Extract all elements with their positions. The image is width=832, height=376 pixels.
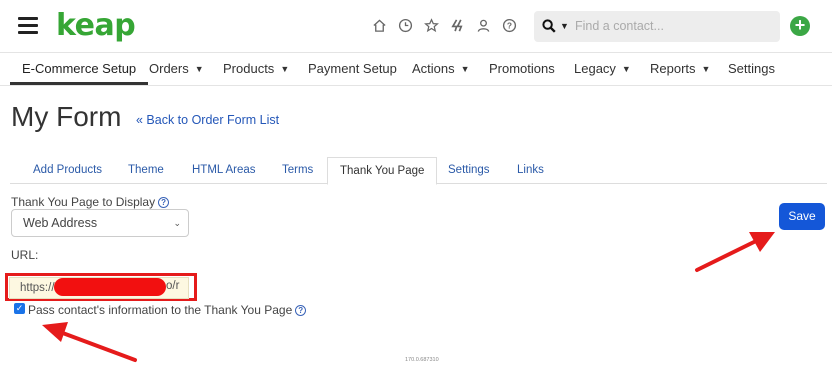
chevron-down-icon: ▼ — [621, 64, 631, 74]
search-type-dropdown-icon[interactable]: ▼ — [560, 21, 569, 31]
hamburger-menu-icon[interactable] — [18, 17, 38, 34]
form-tabs: Add Products Theme HTML Areas Terms Than… — [10, 157, 827, 185]
build-id: 170.0.687310 — [405, 357, 439, 363]
thank-you-page-display-label: Thank You Page to Display? — [11, 195, 170, 209]
tab-thank-you-page[interactable]: Thank You Page — [327, 157, 438, 185]
search-icon[interactable] — [542, 19, 556, 38]
menu-products[interactable]: Products ▼ — [223, 53, 289, 85]
pass-contact-info-label: Pass contact's information to the Thank … — [28, 303, 307, 317]
help-circle-icon[interactable]: ? — [501, 17, 518, 34]
url-label: URL: — [11, 248, 39, 262]
annotation-arrow-checkbox — [42, 322, 137, 362]
save-button[interactable]: Save — [779, 203, 825, 230]
tab-add-products[interactable]: Add Products — [33, 157, 102, 184]
search-input[interactable]: Find a contact... — [575, 19, 664, 33]
chevron-down-icon: ▼ — [280, 64, 290, 74]
menu-ecommerce-setup[interactable]: E-Commerce Setup — [10, 53, 149, 85]
url-input-suffix: o/r — [166, 280, 180, 292]
menu-promotions[interactable]: Promotions — [489, 53, 555, 85]
menu-legacy[interactable]: Legacy ▼ — [574, 53, 631, 85]
header-icon-group: ? — [371, 17, 518, 34]
bolt-icon[interactable] — [449, 17, 466, 34]
top-bar: keap ? ▼ Find a contact... + — [0, 0, 832, 52]
svg-text:?: ? — [507, 21, 512, 31]
chevron-down-icon: ▼ — [460, 64, 470, 74]
help-icon[interactable]: ? — [158, 197, 170, 208]
tab-theme[interactable]: Theme — [128, 157, 164, 184]
keap-logo[interactable]: keap — [56, 8, 136, 43]
page-title: My Form — [11, 101, 122, 132]
person-icon[interactable] — [475, 17, 492, 34]
chevron-down-icon: ▼ — [701, 64, 711, 74]
help-icon[interactable]: ? — [295, 305, 307, 316]
chevron-down-icon: ▼ — [194, 64, 204, 74]
menu-reports[interactable]: Reports ▼ — [650, 53, 710, 85]
pass-contact-info-checkbox[interactable]: ✓ — [14, 303, 25, 314]
star-icon[interactable] — [423, 17, 440, 34]
annotation-arrow-save — [695, 232, 775, 272]
tab-settings[interactable]: Settings — [448, 157, 490, 184]
tab-terms[interactable]: Terms — [282, 157, 313, 184]
thank-you-page-display-select[interactable]: Web Address ⌄ — [11, 209, 189, 237]
clock-icon[interactable] — [397, 17, 414, 34]
menu-settings[interactable]: Settings — [728, 53, 775, 85]
menu-orders[interactable]: Orders ▼ — [149, 53, 204, 85]
redaction-mark — [54, 278, 166, 296]
tab-links[interactable]: Links — [517, 157, 544, 184]
back-to-order-form-list-link[interactable]: « Back to Order Form List — [136, 113, 279, 127]
menu-actions[interactable]: Actions ▼ — [412, 53, 470, 85]
chevron-down-icon: ⌄ — [173, 218, 181, 228]
contact-search[interactable]: ▼ Find a contact... — [534, 11, 780, 42]
menu-payment-setup[interactable]: Payment Setup — [308, 53, 397, 85]
tab-html-areas[interactable]: HTML Areas — [192, 157, 255, 184]
add-new-button[interactable]: + — [790, 16, 810, 36]
main-menu: E-Commerce Setup Orders ▼ Products ▼ Payme… — [0, 52, 832, 86]
home-icon[interactable] — [371, 17, 388, 34]
